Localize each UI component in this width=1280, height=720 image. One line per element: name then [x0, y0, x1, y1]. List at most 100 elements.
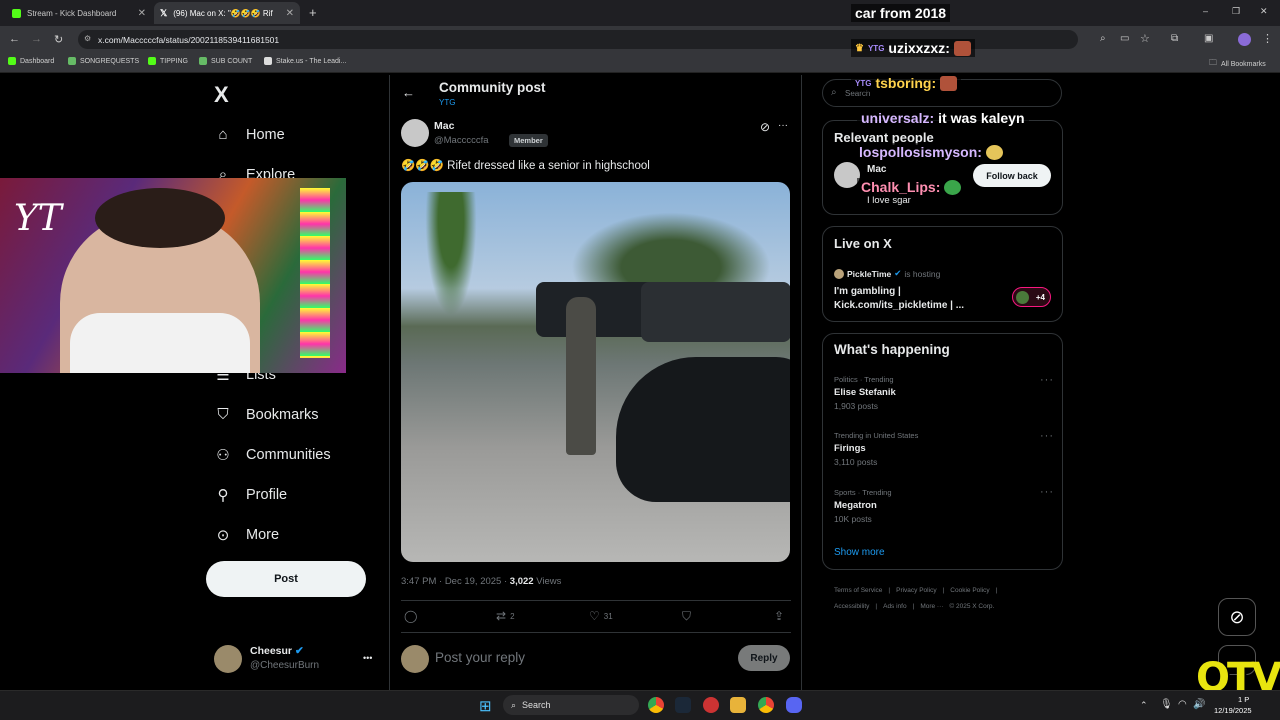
- nav-bookmarks[interactable]: ⛉ Bookmarks: [214, 406, 319, 423]
- minimize-button[interactable]: –: [1203, 6, 1208, 16]
- tray-chevron-icon[interactable]: ⌃: [1140, 700, 1148, 711]
- follow-back-button[interactable]: Follow back: [973, 164, 1051, 187]
- trend-item[interactable]: Sports · Trending Megatron 10K posts: [834, 488, 892, 524]
- footer-link[interactable]: Privacy Policy: [896, 587, 936, 594]
- reply-action[interactable]: ◯: [404, 609, 417, 623]
- profile-icon: ⚲: [217, 487, 229, 504]
- chat-line: YTG tsboring:: [851, 74, 962, 92]
- footer-link[interactable]: Accessibility: [834, 603, 869, 610]
- show-more-link[interactable]: Show more: [834, 547, 885, 558]
- reply-button[interactable]: Reply: [738, 645, 790, 671]
- retweet-action[interactable]: ⇄ 2: [496, 609, 515, 623]
- chrome-icon[interactable]: [648, 697, 664, 713]
- home-icon: ⌂: [218, 126, 228, 143]
- bookmark-action[interactable]: ⛉: [682, 609, 691, 624]
- trend-more-icon[interactable]: ···: [1040, 374, 1054, 386]
- profile-avatar[interactable]: [1238, 33, 1251, 46]
- x-logo[interactable]: X: [214, 82, 229, 108]
- footer-link[interactable]: More ···: [920, 603, 943, 610]
- emote-icon: [944, 179, 962, 195]
- trend-more-icon[interactable]: ···: [1040, 486, 1054, 498]
- communities-icon: ⚇: [216, 447, 230, 464]
- browser-menu-icon[interactable]: ⋮: [1262, 32, 1273, 45]
- reply-input[interactable]: Post your reply: [435, 650, 525, 665]
- close-tab-icon[interactable]: ✕: [286, 8, 294, 19]
- trend-item[interactable]: Politics · Trending Elise Stefanik 1,903…: [834, 375, 896, 411]
- new-tab-button[interactable]: +: [309, 5, 317, 20]
- footer-link[interactable]: Ads info: [883, 603, 907, 610]
- account-avatar[interactable]: [214, 645, 242, 673]
- close-window-button[interactable]: ✕: [1260, 6, 1268, 17]
- grok-button[interactable]: ⊘: [1218, 598, 1256, 636]
- bookmark-songrequests[interactable]: SONGREQUESTS: [68, 57, 139, 65]
- volume-icon[interactable]: 🔊: [1193, 699, 1205, 710]
- all-bookmarks[interactable]: 🗀 All Bookmarks: [1209, 57, 1266, 71]
- relevant-name[interactable]: Mac: [867, 164, 886, 175]
- community-link[interactable]: YTG: [439, 98, 455, 107]
- post-video[interactable]: [401, 182, 790, 562]
- nav-label: Bookmarks: [246, 406, 319, 423]
- bookmark-star-icon[interactable]: ☆: [1140, 32, 1150, 45]
- site-info-icon[interactable]: ⚙: [84, 34, 91, 43]
- back-arrow-icon[interactable]: ←: [402, 85, 415, 100]
- like-action[interactable]: ♡ 31: [589, 609, 613, 623]
- reload-icon[interactable]: ↻: [54, 33, 63, 46]
- bookmark-tipping[interactable]: TIPPING: [148, 57, 188, 65]
- chat-username: universalz:: [861, 110, 935, 126]
- grok-icon[interactable]: ⊘: [760, 120, 770, 134]
- app-icon[interactable]: [703, 697, 719, 713]
- bookmark-sub-count[interactable]: SUB COUNT: [199, 57, 252, 65]
- back-icon[interactable]: ←: [9, 33, 20, 45]
- taskbar-search[interactable]: ⌕ Search: [503, 695, 639, 715]
- chrome-icon[interactable]: [758, 697, 774, 713]
- extensions-icon[interactable]: ⧉: [1171, 33, 1178, 44]
- bookmark-label: SUB COUNT: [211, 57, 253, 65]
- tab-x-post[interactable]: 𝕏 (96) Mac on X: "🤣🤣🤣 Rifet ✕: [154, 2, 300, 24]
- bookmark-stake[interactable]: Stake.us - The Leadi...: [264, 57, 346, 65]
- comment-icon: ◯: [404, 609, 418, 623]
- bookmark-dashboard[interactable]: Dashboard: [8, 57, 54, 65]
- nav-more[interactable]: ⊙ More: [214, 526, 279, 544]
- chat-line: car from 2018: [851, 4, 951, 22]
- member-badge: Member: [509, 134, 548, 147]
- views-count: 3,022: [509, 576, 534, 587]
- footer-sep: |: [942, 587, 945, 594]
- forward-icon[interactable]: →: [31, 33, 42, 45]
- live-stream-title[interactable]: I'm gambling | Kick.com/its_pickletime |…: [834, 285, 979, 313]
- cast-icon[interactable]: ▭: [1120, 33, 1129, 44]
- streamer-shirt: [70, 313, 250, 373]
- live-host-row[interactable]: PickleTime ✔ is hosting: [834, 268, 940, 279]
- steam-icon[interactable]: [675, 697, 691, 713]
- windows-start-icon[interactable]: ⊞: [479, 697, 492, 715]
- wifi-icon[interactable]: ◠: [1178, 699, 1187, 710]
- nav-home[interactable]: ⌂ Home: [214, 126, 284, 143]
- share-action[interactable]: ⇪: [774, 609, 784, 623]
- discord-icon[interactable]: [786, 697, 802, 713]
- account-name[interactable]: Cheesur ✔: [250, 645, 304, 657]
- nav-profile[interactable]: ⚲ Profile: [214, 486, 288, 504]
- sidepanel-icon[interactable]: ▣: [1204, 33, 1213, 44]
- author-name[interactable]: Mac: [434, 120, 454, 132]
- taskbar-date[interactable]: 12/19/2025: [1214, 706, 1252, 715]
- maximize-button[interactable]: ❐: [1232, 6, 1240, 17]
- footer-link[interactable]: Cookie Policy: [950, 587, 989, 594]
- trend-item[interactable]: Trending in United States Firings 3,110 …: [834, 431, 918, 467]
- mic-icon[interactable]: 🎙: [1160, 699, 1173, 710]
- close-tab-icon[interactable]: ✕: [138, 8, 146, 19]
- account-more-button[interactable]: •••: [363, 653, 372, 663]
- zoom-icon[interactable]: ⌕: [1100, 33, 1106, 44]
- heart-icon: ♡: [589, 609, 600, 623]
- taskbar-time[interactable]: 1 P: [1238, 695, 1249, 704]
- divider-right: [801, 75, 802, 690]
- nav-communities[interactable]: ⚇ Communities: [214, 446, 330, 464]
- folder-icon[interactable]: [730, 697, 746, 713]
- tab-kick-dashboard[interactable]: Stream - Kick Dashboard ✕: [6, 2, 152, 24]
- black-truck: [536, 282, 656, 337]
- author-handle[interactable]: @Macccccfa: [434, 135, 489, 146]
- post-button[interactable]: Post: [206, 561, 366, 597]
- author-avatar[interactable]: [401, 119, 429, 147]
- trend-more-icon[interactable]: ···: [1040, 430, 1054, 442]
- post-more-icon[interactable]: ···: [778, 120, 788, 131]
- live-participants[interactable]: +4: [1012, 287, 1051, 307]
- footer-link[interactable]: Terms of Service: [834, 587, 882, 594]
